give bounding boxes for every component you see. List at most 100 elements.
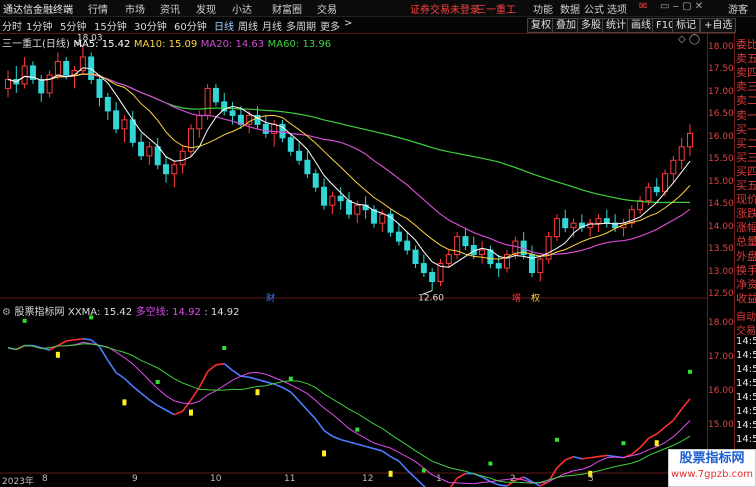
mail-icon[interactable]: ✉ xyxy=(639,1,647,12)
fuquan-button[interactable]: 复权 xyxy=(527,18,555,33)
xxma-line-segment xyxy=(165,409,175,416)
sidebar-trade-item[interactable]: 交易 xyxy=(736,322,756,337)
menu-caifuquan[interactable]: 财富圈 xyxy=(272,1,302,16)
xxma-line-segment xyxy=(123,377,134,387)
price-tick: 15.00 xyxy=(708,176,734,187)
candle-body xyxy=(595,218,602,224)
user-label[interactable]: 游客 xyxy=(728,1,748,16)
menu-gongneng[interactable]: 功能 xyxy=(533,1,553,16)
huaxian-button[interactable]: 画线 xyxy=(627,18,655,33)
xxma-line-segment xyxy=(298,400,309,411)
candle-body xyxy=(337,195,344,202)
xxma-line-segment xyxy=(82,337,92,341)
menu-hangqing[interactable]: 行情 xyxy=(88,1,108,16)
xxma-line-segment xyxy=(98,346,109,361)
candle-body xyxy=(645,186,652,202)
period-1min[interactable]: 1分钟 xyxy=(26,18,52,33)
biaoji-button[interactable]: 标记 xyxy=(672,18,700,33)
period-60min[interactable]: 60分钟 xyxy=(174,18,207,33)
period-more[interactable]: 更多 xyxy=(320,18,340,33)
xxma-line-segment xyxy=(398,460,408,471)
menu-zixun[interactable]: 资讯 xyxy=(160,1,180,16)
app-title: 通达信金融终端 xyxy=(3,5,73,16)
xxma-line-segment xyxy=(66,339,75,342)
menu-xiaoda[interactable]: 小达 xyxy=(232,1,252,16)
candle-body xyxy=(63,60,70,76)
menu-faxian[interactable]: 发现 xyxy=(196,1,216,16)
candle-body xyxy=(104,96,111,112)
candle-body xyxy=(321,186,328,206)
period-daily[interactable]: 日线 xyxy=(214,18,234,33)
sidebar-trade-item[interactable]: 自动 xyxy=(736,308,756,323)
xxma-line-segment xyxy=(140,392,150,401)
x-tick: 3 xyxy=(588,474,594,484)
xxma-line-segment xyxy=(74,337,83,341)
price-tick: 17.50 xyxy=(708,64,734,75)
buy-signal-square xyxy=(621,441,626,446)
chevron-right-icon[interactable]: > xyxy=(344,18,352,29)
xxma-line-segment xyxy=(340,438,350,443)
candle-body xyxy=(304,159,311,175)
xxma-line-segment xyxy=(498,484,508,487)
period-fenshi[interactable]: 分时 xyxy=(2,18,22,33)
candle-body xyxy=(296,150,303,161)
candle-body xyxy=(670,159,677,175)
menu-shuju[interactable]: 数据 xyxy=(560,1,580,16)
sidebar-trade-item: 14:50 xyxy=(736,336,756,347)
period-weekly[interactable]: 周线 xyxy=(238,18,258,33)
duogu-button[interactable]: 多股 xyxy=(577,18,605,33)
candle-body xyxy=(312,173,319,188)
indicator-tick: 18.00 xyxy=(708,318,734,328)
xxma-line-segment xyxy=(490,480,500,486)
candle-body xyxy=(129,119,136,143)
xxma-line-segment xyxy=(456,472,466,479)
xxma-line-segment xyxy=(348,441,358,445)
price-tick: 12.50 xyxy=(708,289,734,299)
xxma-line-segment xyxy=(132,385,142,394)
login-notice[interactable]: 证券交易未登录 xyxy=(410,1,480,16)
sidebar-trade-item: 14:50 xyxy=(736,364,756,375)
xxma-line-segment xyxy=(198,371,209,388)
menu-xuanxiang[interactable]: 选项 xyxy=(607,1,627,16)
indicator-tick: 17.00 xyxy=(708,352,734,362)
candle-body xyxy=(395,231,402,242)
period-15min[interactable]: 15分钟 xyxy=(94,18,127,33)
sidebar-trade-item: 14:50 xyxy=(736,406,756,417)
menu-jiaoyi[interactable]: 交易 xyxy=(317,1,337,16)
xxma-line-segment xyxy=(357,443,366,448)
period-monthly[interactable]: 月线 xyxy=(262,18,282,33)
x-tick: 2023年 xyxy=(2,477,34,487)
xxma-line-segment xyxy=(257,378,267,383)
window-controls[interactable]: ▭ ‒ ▢ ✕ xyxy=(660,1,703,12)
tongji-button[interactable]: 统计 xyxy=(602,18,630,33)
xxma-line-segment xyxy=(598,454,607,458)
xxma-line-segment xyxy=(656,426,666,435)
buy-signal-square xyxy=(355,427,360,432)
diejia-button[interactable]: 叠加 xyxy=(552,18,580,33)
candle-body xyxy=(429,272,436,283)
xxma-line-segment xyxy=(223,363,234,372)
watermark-url: www.7gpzb.com xyxy=(671,469,753,480)
candle-body xyxy=(179,150,186,166)
period-30min[interactable]: 30分钟 xyxy=(134,18,167,33)
candle-body xyxy=(603,218,610,224)
period-5min[interactable]: 5分钟 xyxy=(60,18,86,33)
menu-shichang[interactable]: 市场 xyxy=(125,1,145,16)
menu-gongshi[interactable]: 公式 xyxy=(584,1,604,16)
candle-body xyxy=(653,186,660,193)
xxma-line-segment xyxy=(215,362,225,366)
price-tick: 16.00 xyxy=(708,131,734,142)
xxma-line-segment xyxy=(631,446,641,455)
candle-body xyxy=(54,60,61,76)
period-multi[interactable]: 多周期 xyxy=(286,18,316,33)
xxma-line-segment xyxy=(107,359,117,374)
add-watchlist-button[interactable]: +自选 xyxy=(700,18,737,33)
xxma-line-segment xyxy=(248,376,258,381)
event-marker: 权 xyxy=(531,292,540,304)
buy-signal-square xyxy=(488,461,493,466)
x-tick: 1 xyxy=(436,474,442,484)
xxma-line-segment xyxy=(232,369,242,377)
candle-body xyxy=(479,249,486,256)
kline-chart[interactable]: 18.03 12.60 财 增权 xyxy=(0,33,735,487)
candle-body xyxy=(21,65,28,85)
